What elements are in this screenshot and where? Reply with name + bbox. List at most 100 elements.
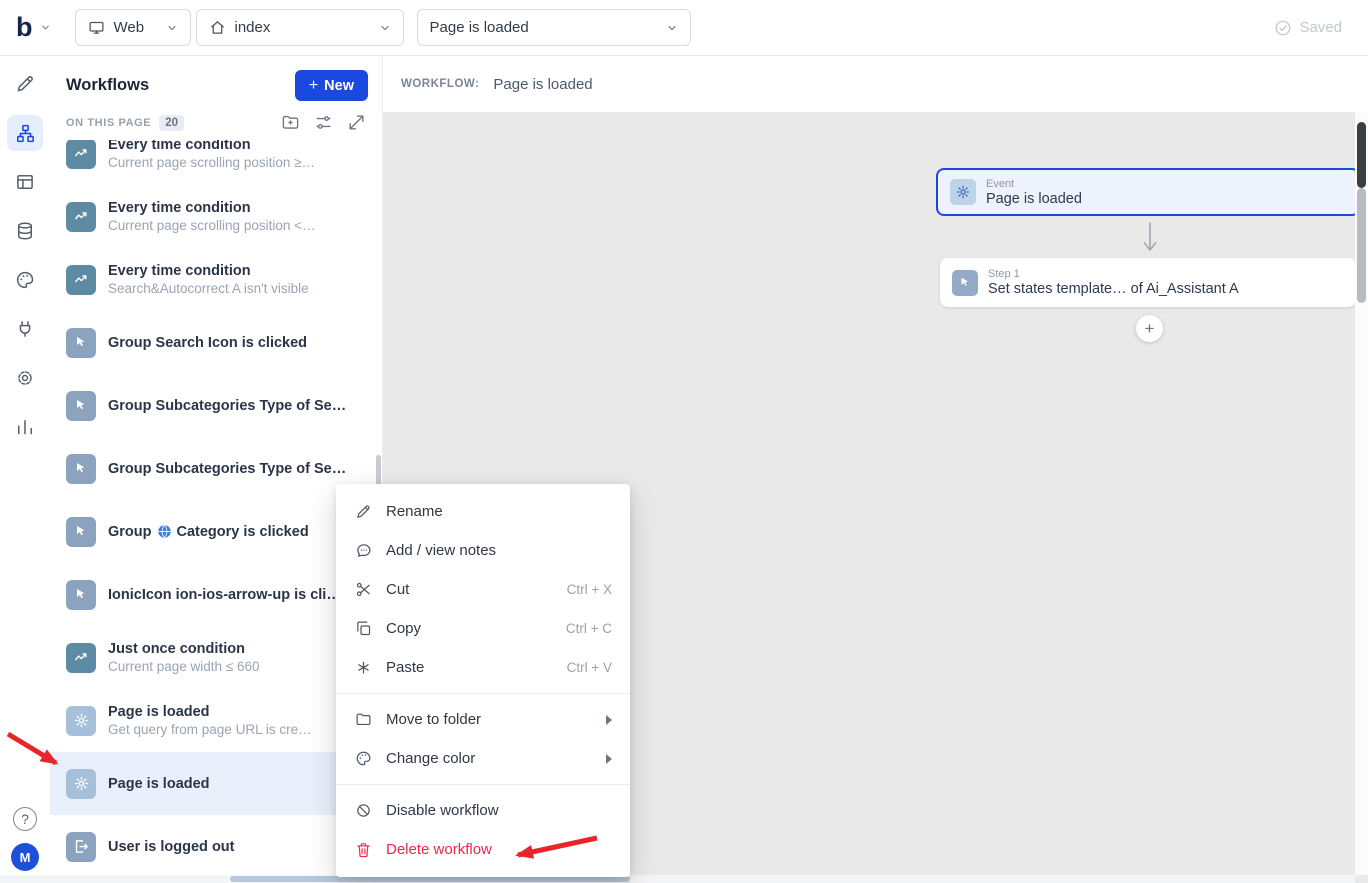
workflow-list-item[interactable]: Group Search Icon is clicked <box>50 311 382 374</box>
section-label: ON THIS PAGE <box>66 117 151 129</box>
recurring-event-icon <box>66 140 96 169</box>
step-node[interactable]: Step 1 Set states template… of Ai_Assist… <box>940 258 1356 307</box>
workflow-list-item[interactable]: Every time conditionCurrent page scrolli… <box>50 185 382 248</box>
workflow-item-subtitle: Current page scrolling position ≥… <box>108 155 315 170</box>
workflow-list-item[interactable]: Just once conditionCurrent page width ≤ … <box>50 626 382 689</box>
avatar[interactable]: M <box>11 843 39 871</box>
save-status: Saved <box>1274 19 1342 37</box>
workflow-list-item[interactable]: Group Subcategories Type of Se… <box>50 437 382 500</box>
element-click-event-icon <box>66 328 96 358</box>
menu-item-cut[interactable]: Cut Ctrl + X <box>336 570 630 609</box>
panel-title: Workflows <box>66 76 149 95</box>
step-action-icon <box>952 270 978 296</box>
bubble-logo: b <box>16 14 33 41</box>
menu-item-disable-workflow[interactable]: Disable workflow <box>336 791 630 830</box>
step-node-title: Set states template… of Ai_Assistant A <box>988 281 1239 297</box>
workflows-panel: Workflows + New ON THIS PAGE 20 Every ti… <box>50 56 383 883</box>
page-dropdown[interactable]: index <box>196 9 404 46</box>
step-node-kind: Step 1 <box>988 268 1239 280</box>
workflow-item-subtitle: Get query from page URL is cre… <box>108 722 312 737</box>
add-step-button[interactable]: + <box>1136 315 1163 342</box>
chevron-down-icon <box>666 22 678 34</box>
workflow-icon <box>15 123 36 144</box>
scrollbar-thumb[interactable] <box>1357 188 1366 303</box>
menu-divider <box>336 693 630 694</box>
workflow-list-item[interactable]: Every time condition Current page scrolli… <box>50 140 382 185</box>
workflow-item-title: Group Search Icon is clicked <box>108 335 307 351</box>
copy-icon <box>354 620 372 637</box>
menu-divider <box>336 784 630 785</box>
folder-icon <box>354 711 372 728</box>
design-tab[interactable] <box>7 66 43 102</box>
page-loaded-event-icon <box>950 179 976 205</box>
workflow-item-subtitle: Search&Autocorrect A isn't visible <box>108 281 309 296</box>
submenu-arrow-icon <box>606 715 612 725</box>
workflow-item-title: IonicIcon ion-ios-arrow-up is cli… <box>108 587 341 603</box>
menu-item-rename[interactable]: Rename <box>336 492 630 531</box>
menu-item-paste[interactable]: Paste Ctrl + V <box>336 648 630 687</box>
menu-item-shortcut: Ctrl + X <box>567 582 612 597</box>
workflow-list-item[interactable]: Every time condition Search&Autocorrect A… <box>50 248 382 311</box>
filter-sliders-icon[interactable] <box>314 113 333 132</box>
trash-icon <box>354 841 372 858</box>
workflow-item-title: Every time condition <box>108 263 309 279</box>
plugins-tab[interactable] <box>7 311 43 347</box>
logs-tab[interactable] <box>7 409 43 445</box>
platform-dropdown-label: Web <box>114 19 145 36</box>
horizontal-scrollbar[interactable] <box>0 875 1355 883</box>
expand-icon[interactable] <box>347 113 366 132</box>
workflow-list-item[interactable]: Group Subcategories Type of Se… <box>50 374 382 437</box>
workflow-list-item-selected[interactable]: Page is loaded <box>50 752 382 815</box>
workflow-select-dropdown[interactable]: Page is loaded <box>417 9 691 46</box>
saved-check-icon <box>1274 19 1292 37</box>
workflow-list-item[interactable]: Group Category is clicked <box>50 500 382 563</box>
recurring-event-icon <box>66 643 96 673</box>
left-toolbar: ? M <box>0 56 50 883</box>
new-workflow-button[interactable]: + New <box>295 70 368 101</box>
pencil-icon <box>15 74 35 94</box>
menu-item-add-view-notes[interactable]: Add / view notes <box>336 531 630 570</box>
workflow-tab[interactable] <box>7 115 43 151</box>
menu-item-move-to-folder[interactable]: Move to folder <box>336 700 630 739</box>
globe-icon <box>157 524 172 539</box>
menu-item-delete-workflow[interactable]: Delete workflow <box>336 830 630 869</box>
monitor-icon <box>88 19 105 36</box>
workflow-list-item[interactable]: User is logged out <box>50 815 382 878</box>
layout-icon <box>15 172 35 192</box>
menu-item-copy[interactable]: Copy Ctrl + C <box>336 609 630 648</box>
app-window: b Web index Page is loaded <box>0 0 1368 883</box>
menu-item-label: Disable workflow <box>386 802 499 819</box>
event-node[interactable]: Event Page is loaded <box>936 168 1360 216</box>
workflow-select-label: Page is loaded <box>430 19 529 36</box>
data-tab[interactable] <box>7 213 43 249</box>
workflow-list-item[interactable]: IonicIcon ion-ios-arrow-up is cli… <box>50 563 382 626</box>
home-icon <box>209 19 226 36</box>
disable-icon <box>354 802 372 819</box>
settings-tab[interactable] <box>7 360 43 396</box>
canvas-vertical-scrollbar[interactable] <box>1355 112 1368 875</box>
workflow-list-item[interactable]: Page is loadedGet query from page URL is… <box>50 689 382 752</box>
chevron-down-icon <box>166 22 178 34</box>
layout-tab[interactable] <box>7 164 43 200</box>
platform-dropdown[interactable]: Web <box>75 9 191 46</box>
context-menu: Rename Add / view notes Cut Ctrl + X Cop… <box>336 484 630 877</box>
flow-arrow-icon <box>1141 222 1159 256</box>
menu-item-change-color[interactable]: Change color <box>336 739 630 778</box>
topbar: b Web index Page is loaded <box>0 0 1368 56</box>
app-menu[interactable]: b <box>16 14 51 41</box>
menu-item-label: Paste <box>386 659 424 676</box>
workflow-item-title: Every time condition <box>108 140 315 153</box>
help-button[interactable]: ? <box>13 807 37 831</box>
new-workflow-label: New <box>324 78 354 94</box>
menu-item-label: Change color <box>386 750 475 767</box>
new-folder-icon[interactable] <box>281 113 300 132</box>
workflows-panel-header: Workflows + New <box>50 56 382 105</box>
element-click-event-icon <box>66 454 96 484</box>
workflow-item-title: Category is clicked <box>177 524 309 540</box>
styles-tab[interactable] <box>7 262 43 298</box>
page-loaded-event-icon <box>66 769 96 799</box>
paste-icon <box>354 659 372 676</box>
scrollbar-thumb[interactable] <box>1357 122 1366 188</box>
menu-item-label: Delete workflow <box>386 841 492 858</box>
saved-label: Saved <box>1299 19 1342 36</box>
